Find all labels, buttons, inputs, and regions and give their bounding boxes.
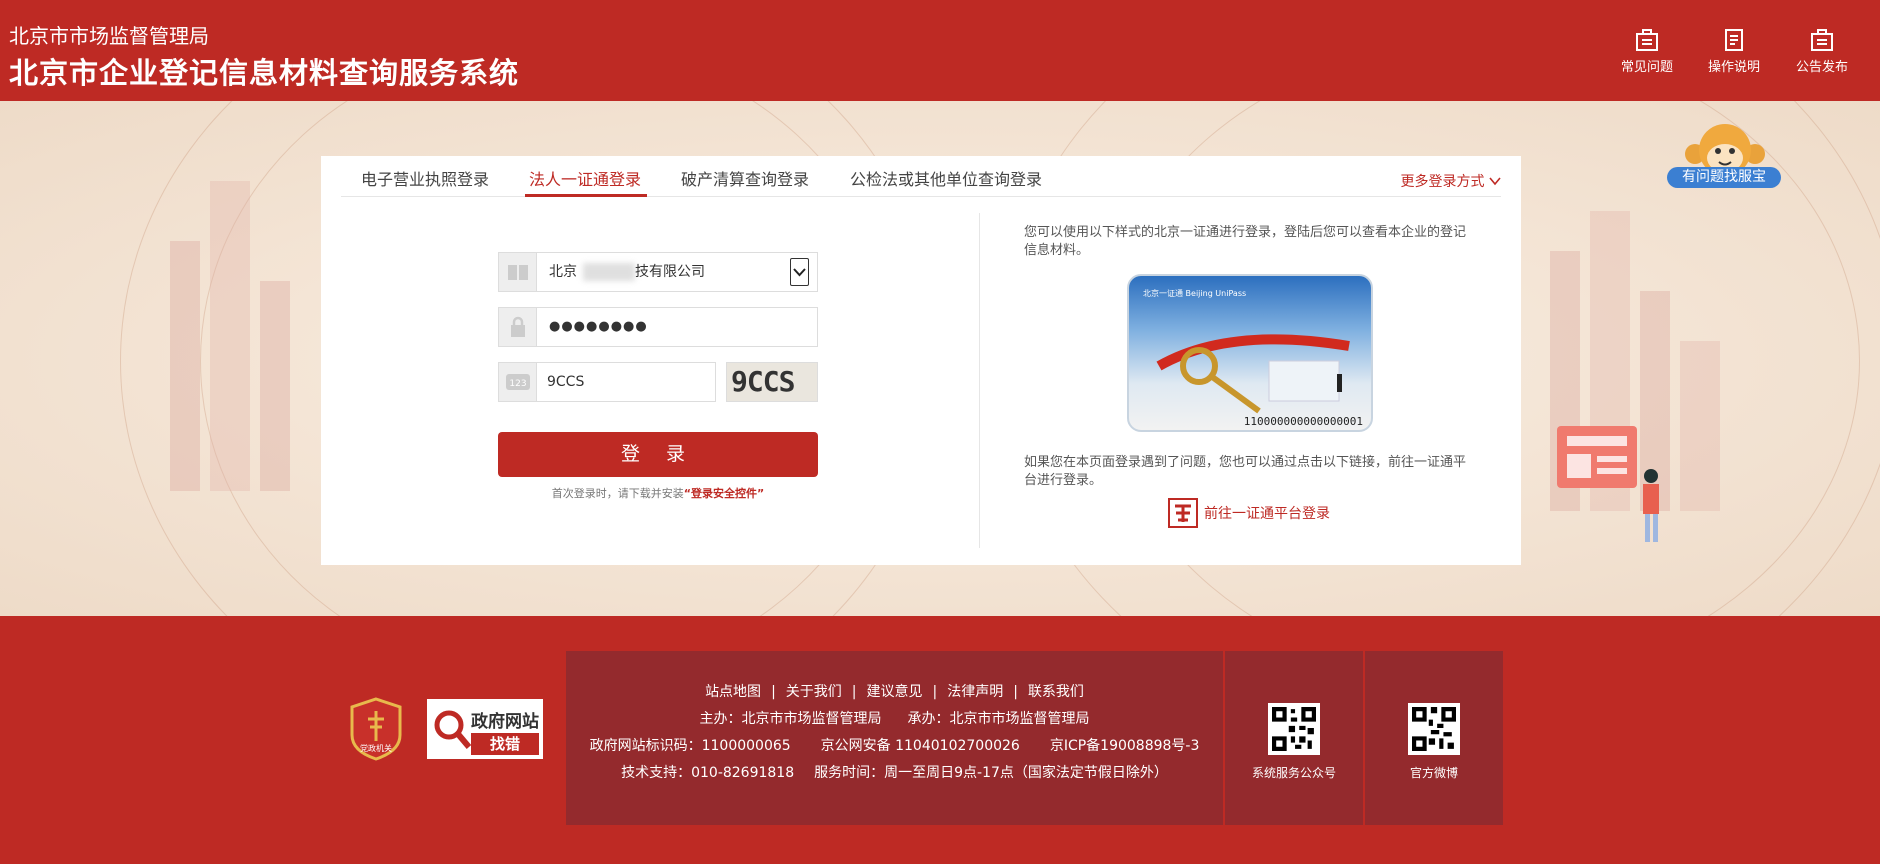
footer-gov-id: 政府网站标识码：1100000065	[589, 738, 791, 754]
tab-unipass-login[interactable]: 法人一证通登录	[529, 166, 641, 190]
find-error-label: 找错	[471, 733, 539, 755]
qr-weibo-box: 官方微博	[1365, 651, 1503, 825]
password-field[interactable]: ●●●●●●●●	[498, 307, 818, 347]
number-icon: 123	[499, 363, 537, 401]
footer-links: 站点地图 | 关于我们 | 建议意见 | 法律声明 | 联系我们	[705, 684, 1084, 700]
login-card: 电子营业执照登录 法人一证通登录 破产清算查询登录 公检法或其他单位查询登录 更…	[321, 156, 1521, 565]
faq-icon	[1636, 29, 1658, 51]
login-button[interactable]: 登 录	[498, 432, 818, 477]
agency-name: 北京市市场监督管理局	[9, 24, 209, 48]
redacted-text	[583, 263, 635, 281]
more-login-options[interactable]: 更多登录方式	[1401, 171, 1501, 191]
footer-link-legal[interactable]: 法律声明	[947, 684, 1003, 700]
gov-website-label: 政府网站	[471, 712, 539, 732]
header-bar: 北京市市场监督管理局 北京市企业登记信息材料查询服务系统 常见问题 操作说明 公…	[0, 0, 1880, 101]
captcha-image[interactable]: 9CCS	[726, 362, 818, 402]
nav-announcements[interactable]: 公告发布	[1787, 28, 1857, 75]
tab-electronic-license[interactable]: 电子营业执照登录	[361, 166, 489, 190]
footer-service-time: 服务时间：周一至周日9点-17点（国家法定节假日除外）	[814, 765, 1168, 781]
lock-icon	[499, 308, 537, 346]
nav-faq-label: 常见问题	[1620, 60, 1673, 75]
qr-wechat-label: 系统服务公众号	[1251, 766, 1336, 780]
unipass-intro-text: 您可以使用以下样式的北京一证通进行登录，登陆后您可以查看本企业的登记信息材料。	[1024, 225, 1467, 258]
footer-link-about[interactable]: 关于我们	[786, 684, 842, 700]
qr-weibo-label: 官方微博	[1409, 766, 1458, 780]
nav-instructions[interactable]: 操作说明	[1699, 28, 1769, 75]
help-mascot-button[interactable]: 有问题找服宝	[1667, 167, 1781, 188]
page-title: 北京市企业登记信息材料查询服务系统	[9, 56, 520, 90]
magnifier-icon	[434, 710, 471, 749]
tab-bankruptcy-login[interactable]: 破产清算查询登录	[681, 166, 809, 190]
company-icon	[499, 253, 537, 291]
company-select[interactable]: 北京 技有限公司	[498, 252, 818, 292]
footer-link-sitemap[interactable]: 站点地图	[705, 684, 761, 700]
chevron-down-icon	[1489, 177, 1501, 186]
chevron-down-icon	[793, 268, 806, 277]
footer-link-feedback[interactable]: 建议意见	[867, 684, 923, 700]
svg-text:123: 123	[509, 379, 526, 389]
goto-unipass-link[interactable]: 前往一证通平台登录	[1168, 498, 1330, 528]
gov-website-error-report-badge[interactable]: 政府网站 找错	[425, 697, 545, 761]
footer-registration-line: 政府网站标识码：1100000065 京公网安备 11040102700026 京I…	[566, 735, 1223, 755]
footer-icp[interactable]: 京ICP备19008898号-3	[1050, 738, 1200, 754]
footer-sponsor: 主办：北京市市场监督管理局	[699, 711, 882, 727]
footer-info-panel: 站点地图 | 关于我们 | 建议意见 | 法律声明 | 联系我们 主办：北京市市场监督管理局 承办…	[566, 651, 1223, 825]
company-select-value: 北京	[549, 264, 577, 280]
qr-code-icon[interactable]	[1268, 703, 1320, 755]
install-hint: 首次登录时，请下载并安装“登录安全控件”	[498, 485, 818, 501]
card-number: 110000000000000001	[1243, 415, 1363, 428]
more-login-label: 更多登录方式	[1400, 174, 1485, 190]
goto-unipass-label: 前往一证通平台登录	[1204, 506, 1330, 522]
nav-announcements-label: 公告发布	[1795, 60, 1848, 75]
announcement-icon	[1811, 29, 1833, 51]
footer-support: 技术支持：010-82691818	[621, 765, 795, 781]
document-icon	[1725, 29, 1743, 51]
city-buildings-left	[170, 181, 290, 491]
help-text: 如果您在本页面登录遇到了问题，您也可以通过点击以下链接，前往一证通平台进行登录。	[1024, 455, 1467, 488]
party-gov-badge-icon[interactable]: 党政机关	[350, 697, 402, 761]
login-tabs: 电子营业执照登录 法人一证通登录 破产清算查询登录 公检法或其他单位查询登录 更…	[341, 156, 1501, 197]
security-control-link[interactable]: “登录安全控件”	[684, 487, 764, 500]
footer-support-line: 技术支持：010-82691818 服务时间：周一至周日9点-17点（国家法定节假…	[566, 762, 1223, 782]
nav-faq[interactable]: 常见问题	[1612, 28, 1682, 75]
key-ribbon-icon	[1156, 334, 1350, 414]
tab-judicial-login[interactable]: 公检法或其他单位查询登录	[850, 166, 1042, 190]
illustration-person-board	[1557, 426, 1659, 542]
password-value: ●●●●●●●●	[549, 319, 648, 334]
footer-organizer: 承办：北京市市场监督管理局	[907, 711, 1090, 727]
footer-link-contact[interactable]: 联系我们	[1028, 684, 1084, 700]
unipass-logo-icon	[1168, 498, 1198, 528]
footer-police-id[interactable]: 京公网安备 11040102700026	[821, 738, 1020, 754]
unipass-card-image: 北京一证通 Beijing UniPass 110000000000000001	[1127, 274, 1373, 432]
party-gov-badge-label: 党政机关	[360, 743, 392, 753]
company-select-suffix: 技有限公司	[635, 264, 705, 280]
vertical-divider	[979, 213, 980, 548]
qr-wechat-box: 系统服务公众号	[1225, 651, 1363, 825]
active-tab-indicator	[525, 194, 647, 197]
footer-sponsor-line: 主办：北京市市场监督管理局 承办：北京市市场监督管理局	[566, 708, 1223, 728]
nav-instructions-label: 操作说明	[1707, 60, 1760, 75]
dropdown-arrow-button[interactable]	[790, 258, 809, 286]
unipass-logo: 北京一证通 Beijing UniPass	[1143, 289, 1247, 298]
captcha-value: 9CCS	[547, 374, 585, 390]
install-hint-text: 首次登录时，请下载并安装	[551, 487, 684, 500]
captcha-input[interactable]: 123 9CCS	[498, 362, 716, 402]
qr-code-icon[interactable]	[1408, 703, 1460, 755]
